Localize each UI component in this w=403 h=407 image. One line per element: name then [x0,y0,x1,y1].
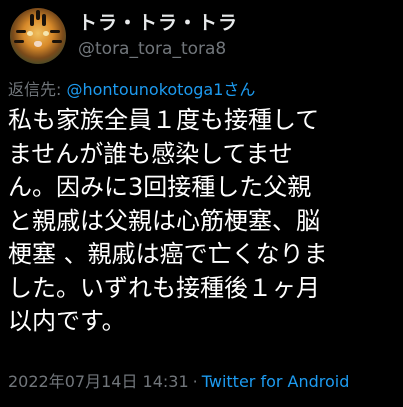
tweet-source-link[interactable]: Twitter for Android [202,372,350,391]
user-names: トラ・トラ・トラ @tora_tora_tora8 [78,11,238,61]
tweet-line: 私も家族全員１度も接種して [8,106,320,134]
tweet-header: トラ・トラ・トラ @tora_tora_tora8 [10,8,238,64]
tweet-timestamp[interactable]: 2022年07月14日 14:31 [8,372,189,391]
tweet-line: した。いずれも接種後１ヶ月 [8,273,320,302]
tweet-line: ませんが誰も感染してませ [8,139,293,168]
tweet-card: トラ・トラ・トラ @tora_tora_tora8 返信先: @hontouno… [0,0,403,407]
tweet-meta: 2022年07月14日 14:31 · Twitter for Android [8,372,349,392]
display-name[interactable]: トラ・トラ・トラ [78,11,238,35]
tweet-line: ん。因みに3回接種した父親 [8,173,312,201]
user-handle[interactable]: @tora_tora_tora8 [78,37,238,61]
tiger-avatar-icon[interactable] [10,8,66,64]
tweet-line: 以内です。 [8,307,126,335]
meta-separator: · [192,372,198,391]
reply-to-line: 返信先: @hontounokotoga1さん [8,80,255,100]
tweet-line: と親戚は父親は心筋梗塞、脳 [8,206,320,235]
tweet-line: 梗塞 、親戚は癌で亡くなりま [8,240,328,268]
tweet-body: 私も家族全員１度も接種して ませんが誰も感染してませ ん。因みに3回接種した父親 と親… [8,104,403,339]
reply-to-prefix: 返信先: [8,80,67,99]
reply-mention-link[interactable]: @hontounokotoga1さん [66,80,255,99]
